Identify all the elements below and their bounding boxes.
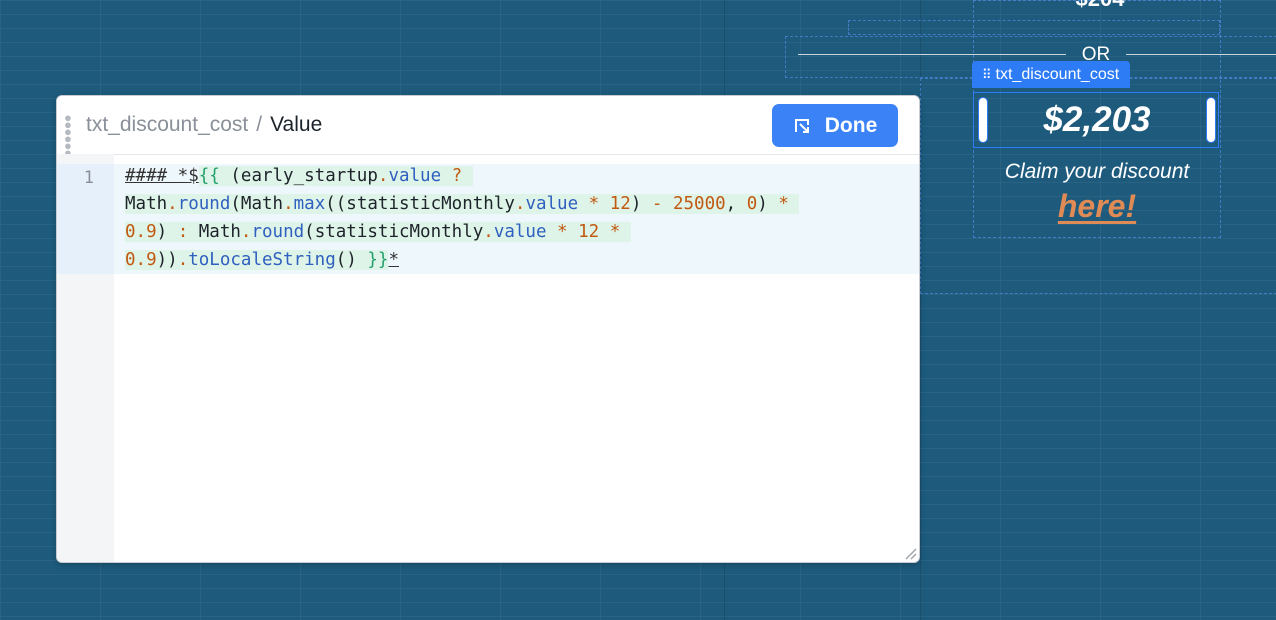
previous-price-text[interactable]: $204	[1060, 0, 1140, 12]
code-token: *	[599, 222, 621, 242]
drag-grip-icon[interactable]: ● ● ● ● ● ●	[64, 111, 80, 159]
or-divider-right	[1126, 54, 1276, 55]
collapse-arrow-icon	[794, 118, 809, 133]
value-editor-popup[interactable]: ● ● ● ● ● ● txt_discount_cost / Value Done…	[56, 95, 920, 563]
code-token: 12	[567, 222, 600, 242]
selected-element-name: txt_discount_cost	[995, 65, 1120, 83]
editor-header: ● ● ● ● ● ● txt_discount_cost / Value Done	[57, 96, 919, 159]
code-token: .	[240, 222, 252, 242]
code-token: ()	[335, 250, 357, 270]
breadcrumb-field: Value	[270, 113, 323, 136]
code-token: ,	[725, 194, 737, 214]
line-number: 1	[83, 168, 94, 188]
done-button[interactable]: Done	[772, 104, 898, 147]
code-token: (statisticMonthly	[304, 222, 484, 242]
code-token: 0	[736, 194, 758, 214]
resize-handle-left[interactable]	[978, 97, 988, 143]
code-token: ?	[441, 166, 463, 186]
code-token: (early_startup	[219, 166, 378, 186]
breadcrumb-separator: /	[256, 113, 263, 136]
drag-handle-icon[interactable]: ⠿	[982, 68, 991, 81]
breadcrumb: txt_discount_cost / Value	[86, 113, 322, 137]
code-token: value	[388, 166, 442, 186]
code-token: $	[188, 166, 199, 186]
code-token: toLocaleString	[188, 250, 336, 270]
code-token: )	[630, 194, 642, 214]
or-divider-left	[798, 54, 1066, 55]
claim-discount-link[interactable]: here!	[975, 188, 1219, 225]
code-token: .	[514, 194, 526, 214]
code-token: 0.9	[125, 222, 157, 242]
code-token: ((statisticMonthly	[325, 194, 515, 214]
code-token: .	[177, 250, 189, 270]
code-token: *	[578, 194, 600, 214]
code-token: -	[641, 194, 663, 214]
code-token: 25000	[662, 194, 726, 214]
code-token: round	[251, 222, 305, 242]
code-token: Math	[188, 222, 241, 242]
code-token: value	[525, 194, 579, 214]
selected-element-tag[interactable]: ⠿ txt_discount_cost	[972, 61, 1131, 88]
code-token: .	[283, 194, 294, 214]
code-token: max	[293, 194, 326, 214]
code-token: :	[167, 222, 189, 242]
code-token: *	[388, 250, 399, 270]
code-token: )	[156, 222, 168, 242]
done-label: Done	[824, 113, 878, 137]
claim-discount-text[interactable]: Claim your discount	[975, 160, 1219, 184]
code-token: 12	[599, 194, 631, 214]
resize-handle-right[interactable]	[1206, 97, 1216, 143]
code-token: Math	[125, 194, 168, 214]
code-token: .	[377, 166, 389, 186]
resize-grip-icon[interactable]	[901, 544, 917, 560]
code-token: #### *	[125, 166, 189, 186]
code-token: *	[546, 222, 568, 242]
code-token: value	[493, 222, 547, 242]
code-token: }}	[356, 250, 389, 270]
discount-cost-text[interactable]: $2,203	[990, 98, 1204, 142]
code-token: ))	[156, 250, 178, 270]
code-token: {{	[198, 166, 220, 186]
code-token: .	[167, 194, 178, 214]
breadcrumb-element[interactable]: txt_discount_cost	[86, 113, 248, 137]
code-token: )	[757, 194, 768, 214]
code-token: 0.9	[125, 250, 157, 270]
code-token: .	[483, 222, 494, 242]
code-token: *	[767, 194, 789, 214]
code-editor[interactable]: #### *${{ (early_startup.value ? Math.ro…	[125, 162, 905, 274]
code-token: round	[177, 194, 231, 214]
code-token: (Math	[230, 194, 284, 214]
